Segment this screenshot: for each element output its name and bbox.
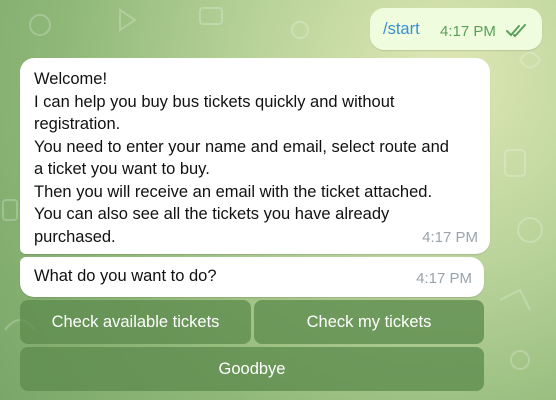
check-available-tickets-button[interactable]: Check available tickets <box>20 300 251 344</box>
message-line: a ticket you want to buy. <box>34 160 210 178</box>
message-line: I can help you buy bus tickets quickly a… <box>34 92 395 111</box>
message-line: You need to enter your name and email, s… <box>34 137 449 156</box>
message-time: 4:17 PM <box>416 269 472 287</box>
check-my-tickets-button[interactable]: Check my tickets <box>254 300 484 344</box>
message-line: You can also see all the tickets you hav… <box>34 205 390 223</box>
message-line: Then you will receive an email with the … <box>34 182 433 201</box>
message-line: Welcome! <box>34 70 108 88</box>
message-line: purchased. <box>34 227 116 246</box>
message-time: 4:17 PM <box>422 228 478 246</box>
chat-area: /start 4:17 PM Welcome! I can help you b… <box>0 0 556 400</box>
start-command-link[interactable]: /start <box>383 18 420 41</box>
message-line: What do you want to do? <box>34 267 217 285</box>
question-message[interactable]: What do you want to do? 4:17 PM <box>20 257 484 297</box>
message-line: registration. <box>34 115 121 133</box>
outgoing-message[interactable]: /start 4:17 PM <box>370 8 542 50</box>
double-check-icon <box>506 22 528 45</box>
welcome-message[interactable]: Welcome! I can help you buy bus tickets … <box>20 58 490 254</box>
goodbye-button[interactable]: Goodbye <box>20 347 484 391</box>
message-time: 4:17 PM <box>440 23 496 40</box>
